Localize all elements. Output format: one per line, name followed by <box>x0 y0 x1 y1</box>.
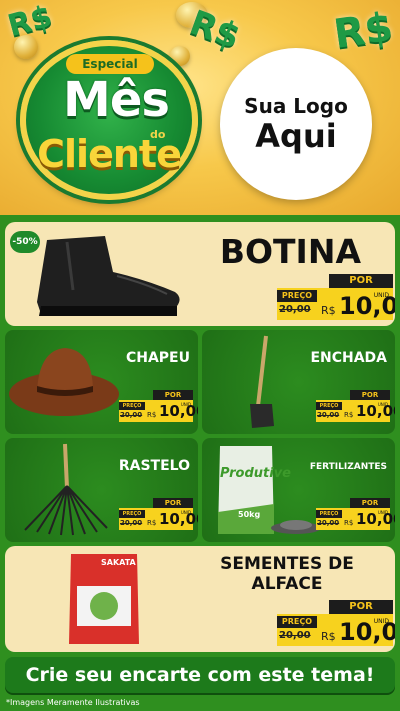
old-price: 20,00 <box>317 519 340 527</box>
badge-tag: Especial <box>66 54 154 74</box>
old-price: 20,00 <box>279 304 311 315</box>
currency: R$ <box>321 304 336 317</box>
price-tag: POR PREÇO 20,00 R$ 10,00 UNID <box>316 390 395 422</box>
price-tag: POR PREÇO 20,00 R$ 10,00 UNID <box>277 600 395 646</box>
new-price: 10,00 <box>356 510 395 528</box>
disclaimer-text: *Imagens Meramente Ilustrativas <box>6 698 140 707</box>
logo-line2: Aqui <box>255 117 337 155</box>
header-banner: R$ R$ R$ Especial Mês do Cliente Sua Log… <box>0 0 400 215</box>
coin-icon <box>170 46 190 66</box>
price-por-label: POR <box>329 274 393 288</box>
logo-placeholder[interactable]: Sua Logo Aqui <box>220 48 372 200</box>
new-price: 10,00 <box>159 510 198 528</box>
old-price: 20,00 <box>120 411 143 419</box>
price-tag: POR PREÇO 20,00 R$ 10,00 UNID <box>119 498 198 530</box>
product-card-enchada[interactable]: ENCHADA POR PREÇO 20,00 R$ 10,00 UNID <box>202 330 395 434</box>
product-name: RASTELO <box>118 458 190 474</box>
currency: R$ <box>344 519 354 527</box>
discount-badge: -50% <box>10 231 40 253</box>
product-card-chapeu[interactable]: CHAPEU POR PREÇO 20,00 R$ 10,00 UNID <box>5 330 198 434</box>
price-preco-label: PREÇO <box>277 290 317 302</box>
unit-label: UNID <box>180 402 191 407</box>
price-por-label: POR <box>153 390 193 400</box>
old-price: 20,00 <box>279 630 311 641</box>
product-name: ENCHADA <box>310 350 387 366</box>
money-icon: R$ <box>331 4 396 58</box>
price-preco-label: PREÇO <box>316 402 342 410</box>
price-tag: POR PREÇO 20,00 R$ 10,00 UNID <box>119 390 198 422</box>
price-tag: POR PREÇO 20,00 R$ 10,00 UNID <box>316 498 395 530</box>
currency: R$ <box>321 630 336 643</box>
mes-do-cliente-badge: Especial Mês do Cliente <box>20 40 198 200</box>
price-preco-label: PREÇO <box>316 510 342 518</box>
price-preco-label: PREÇO <box>119 510 145 518</box>
product-card-rastelo[interactable]: RASTELO POR PREÇO 20,00 R$ 10,00 UNID <box>5 438 198 542</box>
price-por-label: POR <box>350 498 390 508</box>
product-name-line1: SEMENTES DE <box>220 554 354 574</box>
product-name: FERTILIZANTES <box>309 462 387 472</box>
price-por-label: POR <box>153 498 193 508</box>
product-name: SEMENTES DE ALFACE <box>217 554 357 594</box>
product-name: CHAPEU <box>125 350 190 366</box>
unit-label: UNID <box>373 618 389 625</box>
currency: R$ <box>344 411 354 419</box>
price-preco-label: PREÇO <box>277 616 317 628</box>
product-name-line2: ALFACE <box>251 574 323 594</box>
fertilizer-bag-image <box>218 446 274 534</box>
create-flyer-button[interactable]: Crie seu encarte com este tema! <box>5 657 395 693</box>
price-por-label: POR <box>350 390 390 400</box>
new-price: 10,00 <box>356 402 395 420</box>
unit-label: UNID <box>377 510 388 515</box>
old-price: 20,00 <box>317 411 340 419</box>
unit-label: UNID <box>373 292 389 299</box>
hoe-image <box>250 335 274 428</box>
badge-word-mes: Mês <box>63 72 170 128</box>
unit-label: UNID <box>180 510 191 515</box>
fertilizer-brand: Produtive <box>220 466 291 481</box>
price-por-label: POR <box>329 600 393 614</box>
money-icon: R$ <box>4 0 56 45</box>
product-name: BOTINA <box>219 232 361 271</box>
old-price: 20,00 <box>120 519 143 527</box>
logo-line1: Sua Logo <box>244 94 348 118</box>
hat-image <box>9 348 119 416</box>
soil-pile-image <box>271 520 321 534</box>
rake-image <box>24 443 108 536</box>
unit-label: UNID <box>377 402 388 407</box>
seed-brand: SAKATA <box>101 558 136 567</box>
fertilizer-weight: 50kg <box>238 510 261 519</box>
new-price: 10,00 <box>159 402 198 420</box>
price-tag: POR PREÇO 20,00 R$ 10,00 UNID <box>277 274 395 320</box>
product-card-botina[interactable]: BOTINA POR PREÇO 20,00 R$ 10,00 UNID <box>5 222 395 326</box>
currency: R$ <box>147 519 157 527</box>
boot-image <box>37 236 180 316</box>
currency: R$ <box>147 411 157 419</box>
product-card-sementes[interactable]: SAKATA SEMENTES DE ALFACE POR PREÇO 20,0… <box>5 546 395 652</box>
price-preco-label: PREÇO <box>119 402 145 410</box>
product-card-fertilizantes[interactable]: Produtive 50kg FERTILIZANTES POR PREÇO 2… <box>202 438 395 542</box>
badge-word-cliente: Cliente <box>37 132 182 176</box>
